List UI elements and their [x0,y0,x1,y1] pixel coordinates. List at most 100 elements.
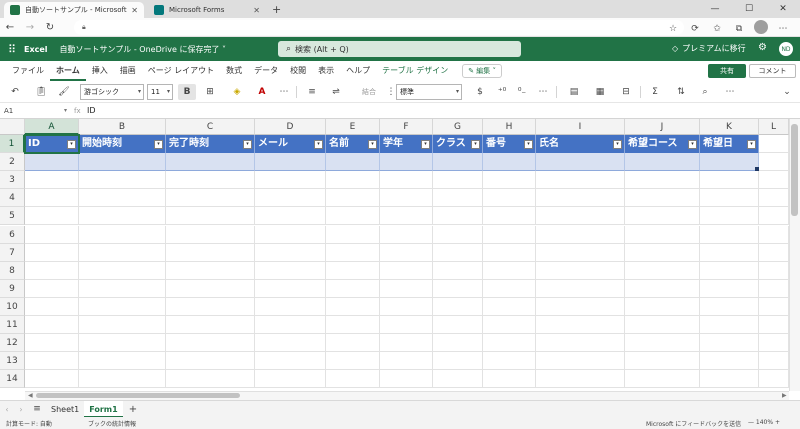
close-tab-icon[interactable]: ✕ [253,6,260,15]
cell[interactable] [625,279,700,298]
cell[interactable] [25,225,79,244]
cell[interactable] [433,243,483,262]
increase-decimal-icon[interactable]: ⁺⁰ [494,84,510,100]
cell[interactable] [326,171,380,190]
cell[interactable] [483,243,536,262]
currency-button[interactable]: $ [470,84,490,100]
comment-button[interactable]: コメント [749,64,796,78]
cell[interactable] [483,225,536,244]
cell[interactable] [166,243,255,262]
table-data-cell[interactable] [79,153,166,172]
cell[interactable] [700,297,759,316]
cell[interactable] [433,352,483,371]
column-header-d[interactable]: D [255,119,326,135]
more-align-icon[interactable]: ⋮ [387,84,396,100]
scroll-left-icon[interactable]: ◀ [28,391,33,400]
cell[interactable] [380,352,433,371]
font-color-icon[interactable]: A [252,84,272,100]
row-header-7[interactable]: 7 [0,243,25,262]
cell[interactable] [700,261,759,280]
cell[interactable] [433,297,483,316]
cell[interactable] [255,171,326,190]
filter-dropdown-icon[interactable]: ▾ [243,140,252,149]
merge-button[interactable]: 結合 [350,84,388,100]
cell[interactable] [536,261,625,280]
cell[interactable] [25,370,79,389]
cell[interactable] [255,207,326,226]
close-window-button[interactable]: ✕ [766,0,800,18]
table-data-cell[interactable] [326,153,380,172]
cell[interactable] [483,261,536,280]
cell[interactable] [166,279,255,298]
forward-arrow-icon[interactable]: → [20,22,40,33]
cell[interactable] [483,171,536,190]
cell[interactable] [326,370,380,389]
row-header-1[interactable]: 1 [0,135,25,154]
add-sheet-button[interactable]: + [129,404,137,415]
column-header-g[interactable]: G [433,119,483,135]
row-header-10[interactable]: 10 [0,297,25,316]
cell[interactable] [166,207,255,226]
table-header-cell[interactable]: ID ▾ [25,135,79,154]
row-header-11[interactable]: 11 [0,316,25,335]
cell[interactable] [433,225,483,244]
browser-tab-excel[interactable]: 自動ソートサンプル - Microsoft Exce ✕ [4,2,144,18]
column-header-i[interactable]: I [536,119,625,135]
cell[interactable] [625,334,700,353]
cell[interactable] [255,370,326,389]
table-data-cell[interactable] [255,153,326,172]
search-input[interactable]: ⌕ 検索 (Alt + Q) [278,41,521,57]
cell[interactable] [483,316,536,335]
table-header-cell[interactable]: 希望日 ▾ [700,135,759,154]
cell[interactable] [255,352,326,371]
cell[interactable] [79,207,166,226]
cell[interactable] [166,297,255,316]
favorite-star-icon[interactable]: ☆ [662,24,684,34]
table-data-cell[interactable] [700,153,759,172]
cell[interactable] [79,225,166,244]
share-button[interactable]: 共有 [708,64,746,78]
cell[interactable] [700,370,759,389]
autosum-icon[interactable]: Σ [646,84,664,100]
column-header-c[interactable]: C [166,119,255,135]
user-avatar[interactable]: ND [778,41,794,57]
cell[interactable] [166,261,255,280]
close-tab-icon[interactable]: ✕ [131,6,138,15]
format-as-table-icon[interactable]: ▦ [590,84,610,100]
tab-table-design[interactable]: テーブル デザイン [376,61,454,81]
bold-button[interactable]: B [178,84,196,100]
cell[interactable] [255,189,326,208]
filter-dropdown-icon[interactable]: ▾ [368,140,377,149]
filter-dropdown-icon[interactable]: ▾ [524,140,533,149]
tab-page-layout[interactable]: ページ レイアウト [142,61,220,81]
table-header-cell[interactable]: 番号 ▾ [483,135,536,154]
extensions-icon[interactable]: ⟳ [684,24,706,34]
spreadsheet-grid[interactable]: A B C D E F G H I J K L 1 2 3 4 5 6 7 8 9 10 11 12 13 14 ID ▾ 開始時刻 ▾ 完… [0,119,800,391]
all-sheets-menu-icon[interactable]: ≡ [28,404,46,414]
cell[interactable] [536,243,625,262]
cell[interactable] [433,207,483,226]
gear-icon[interactable]: ⚙ [758,42,767,53]
sheet-tab-form1[interactable]: Form1 [84,400,123,418]
row-header-8[interactable]: 8 [0,261,25,280]
premium-button[interactable]: ◇ プレミアムに移行 [672,43,746,54]
cell[interactable] [759,135,789,154]
select-all-corner[interactable] [0,119,25,135]
cell[interactable] [166,171,255,190]
cell[interactable] [255,243,326,262]
table-header-cell[interactable]: 名前 ▾ [326,135,380,154]
cell[interactable] [700,225,759,244]
cell[interactable] [700,316,759,335]
cell[interactable] [700,189,759,208]
maximize-button[interactable]: ☐ [732,0,766,18]
cell[interactable] [700,352,759,371]
tab-file[interactable]: ファイル [6,61,50,81]
back-arrow-icon[interactable]: ← [0,22,20,33]
conditional-format-icon[interactable]: ▤ [564,84,584,100]
cell[interactable] [25,316,79,335]
cell[interactable] [625,207,700,226]
row-header-9[interactable]: 9 [0,279,25,298]
cell[interactable] [255,334,326,353]
cell[interactable] [380,297,433,316]
filter-dropdown-icon[interactable]: ▾ [688,140,697,149]
